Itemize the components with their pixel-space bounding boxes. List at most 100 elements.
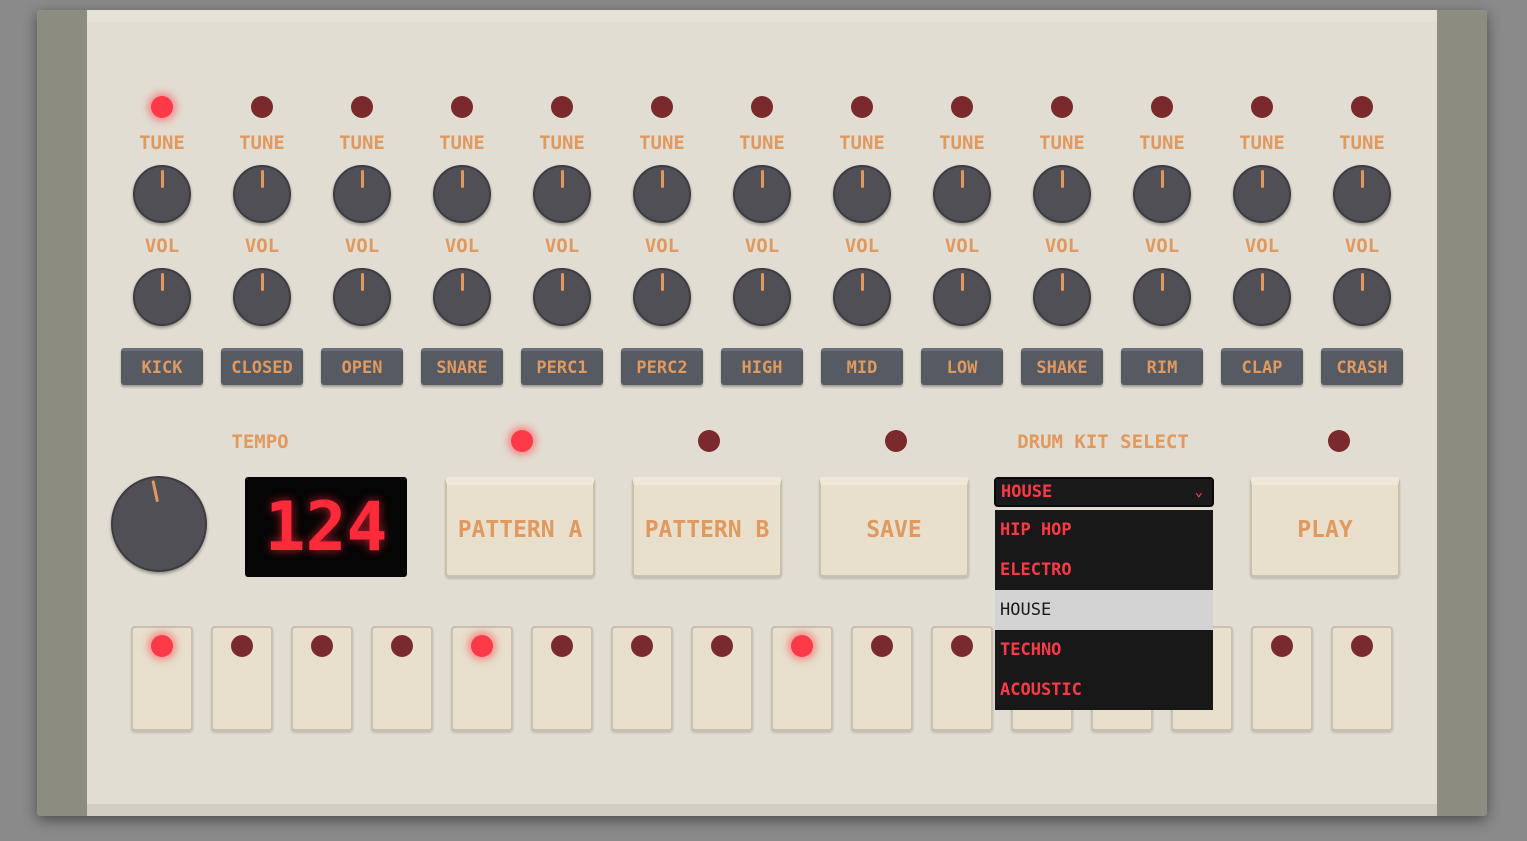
step-button[interactable]	[451, 626, 513, 731]
knob-pointer	[1261, 273, 1264, 291]
step-led	[791, 635, 813, 657]
vol-label: VOL	[844, 235, 880, 257]
step-button[interactable]	[531, 626, 593, 731]
instrument-button-perc1[interactable]: PERC1	[521, 348, 603, 385]
instrument-button-crash[interactable]: CRASH	[1321, 348, 1403, 385]
vol-label: VOL	[1344, 235, 1380, 257]
step-button[interactable]	[131, 626, 193, 731]
step-button[interactable]	[851, 626, 913, 731]
step-button[interactable]	[1251, 626, 1313, 731]
tempo-label: TEMPO	[231, 431, 289, 453]
vol-knob[interactable]	[233, 268, 291, 326]
step-button[interactable]	[371, 626, 433, 731]
vol-knob[interactable]	[1233, 268, 1291, 326]
pattern-b-button[interactable]: PATTERN B	[632, 477, 782, 577]
vol-knob[interactable]	[633, 268, 691, 326]
vol-label: VOL	[444, 235, 480, 257]
instrument-button-kick[interactable]: KICK	[121, 348, 203, 385]
instrument-button-clap[interactable]: CLAP	[1221, 348, 1303, 385]
vol-knob[interactable]	[333, 268, 391, 326]
tune-knob[interactable]	[1333, 165, 1391, 223]
instrument-button-rim[interactable]: RIM	[1121, 348, 1203, 385]
vol-knob[interactable]	[1033, 268, 1091, 326]
step-button[interactable]	[931, 626, 993, 731]
drum-kit-option[interactable]: ACOUSTIC	[995, 670, 1213, 710]
vol-label: VOL	[244, 235, 280, 257]
knob-pointer	[461, 170, 464, 188]
channel-led	[251, 96, 273, 118]
tempo-display: 124	[245, 477, 407, 577]
tune-knob[interactable]	[1033, 165, 1091, 223]
step-button[interactable]	[1331, 626, 1393, 731]
knob-pointer	[961, 170, 964, 188]
tune-knob[interactable]	[633, 165, 691, 223]
drum-kit-dropdown: HIP HOP ELECTRO HOUSE TECHNO ACOUSTIC	[995, 510, 1213, 710]
drum-kit-select[interactable]: HOUSE ⌄	[994, 477, 1214, 507]
step-led	[951, 635, 973, 657]
drum-kit-option[interactable]: HOUSE	[995, 590, 1213, 630]
tune-knob[interactable]	[933, 165, 991, 223]
knob-pointer	[961, 273, 964, 291]
instrument-button-closed[interactable]: CLOSED	[221, 348, 303, 385]
tune-knob[interactable]	[133, 165, 191, 223]
step-led	[1271, 635, 1293, 657]
instrument-button-low[interactable]: LOW	[921, 348, 1003, 385]
step-button[interactable]	[211, 626, 273, 731]
instrument-button-mid[interactable]: MID	[821, 348, 903, 385]
step-button[interactable]	[691, 626, 753, 731]
step-led	[871, 635, 893, 657]
vol-knob[interactable]	[433, 268, 491, 326]
top-strip	[87, 10, 1437, 22]
instrument-button-open[interactable]: OPEN	[321, 348, 403, 385]
drum-kit-option[interactable]: HIP HOP	[995, 510, 1213, 550]
tune-knob[interactable]	[433, 165, 491, 223]
channel-led	[1051, 96, 1073, 118]
vol-knob[interactable]	[1333, 268, 1391, 326]
step-button[interactable]	[291, 626, 353, 731]
drum-kit-option[interactable]: ELECTRO	[995, 550, 1213, 590]
tempo-knob[interactable]	[111, 476, 207, 572]
tune-knob[interactable]	[333, 165, 391, 223]
play-button[interactable]: PLAY	[1250, 477, 1400, 577]
drum-kit-option[interactable]: TECHNO	[995, 630, 1213, 670]
vol-knob[interactable]	[1133, 268, 1191, 326]
step-button[interactable]	[771, 626, 833, 731]
tune-knob[interactable]	[233, 165, 291, 223]
tune-label: TUNE	[939, 132, 985, 154]
channel-led	[851, 96, 873, 118]
vol-knob[interactable]	[533, 268, 591, 326]
tune-knob[interactable]	[833, 165, 891, 223]
tune-label: TUNE	[439, 132, 485, 154]
vol-label: VOL	[1044, 235, 1080, 257]
instrument-button-snare[interactable]: SNARE	[421, 348, 503, 385]
vol-label: VOL	[144, 235, 180, 257]
right-side-panel	[1437, 10, 1487, 816]
vol-knob[interactable]	[133, 268, 191, 326]
knob-pointer	[1361, 273, 1364, 291]
tune-label: TUNE	[139, 132, 185, 154]
tune-knob[interactable]	[533, 165, 591, 223]
pattern-a-button[interactable]: PATTERN A	[445, 477, 595, 577]
knob-pointer	[161, 273, 164, 291]
instrument-button-perc2[interactable]: PERC2	[621, 348, 703, 385]
knob-pointer	[861, 273, 864, 291]
instrument-button-shake[interactable]: SHAKE	[1021, 348, 1103, 385]
tune-knob[interactable]	[733, 165, 791, 223]
knob-pointer	[661, 170, 664, 188]
knob-pointer	[1061, 170, 1064, 188]
tune-knob[interactable]	[1133, 165, 1191, 223]
save-button[interactable]: SAVE	[819, 477, 969, 577]
step-button[interactable]	[611, 626, 673, 731]
bottom-strip	[87, 804, 1437, 816]
drum-kit-select-label: DRUM KIT SELECT	[1017, 431, 1189, 453]
play-led	[1328, 430, 1350, 452]
step-led	[711, 635, 733, 657]
chevron-down-icon: ⌄	[1194, 484, 1203, 500]
channel-led	[1151, 96, 1173, 118]
vol-knob[interactable]	[733, 268, 791, 326]
knob-pointer	[161, 170, 164, 188]
vol-knob[interactable]	[833, 268, 891, 326]
tune-knob[interactable]	[1233, 165, 1291, 223]
instrument-button-high[interactable]: HIGH	[721, 348, 803, 385]
vol-knob[interactable]	[933, 268, 991, 326]
